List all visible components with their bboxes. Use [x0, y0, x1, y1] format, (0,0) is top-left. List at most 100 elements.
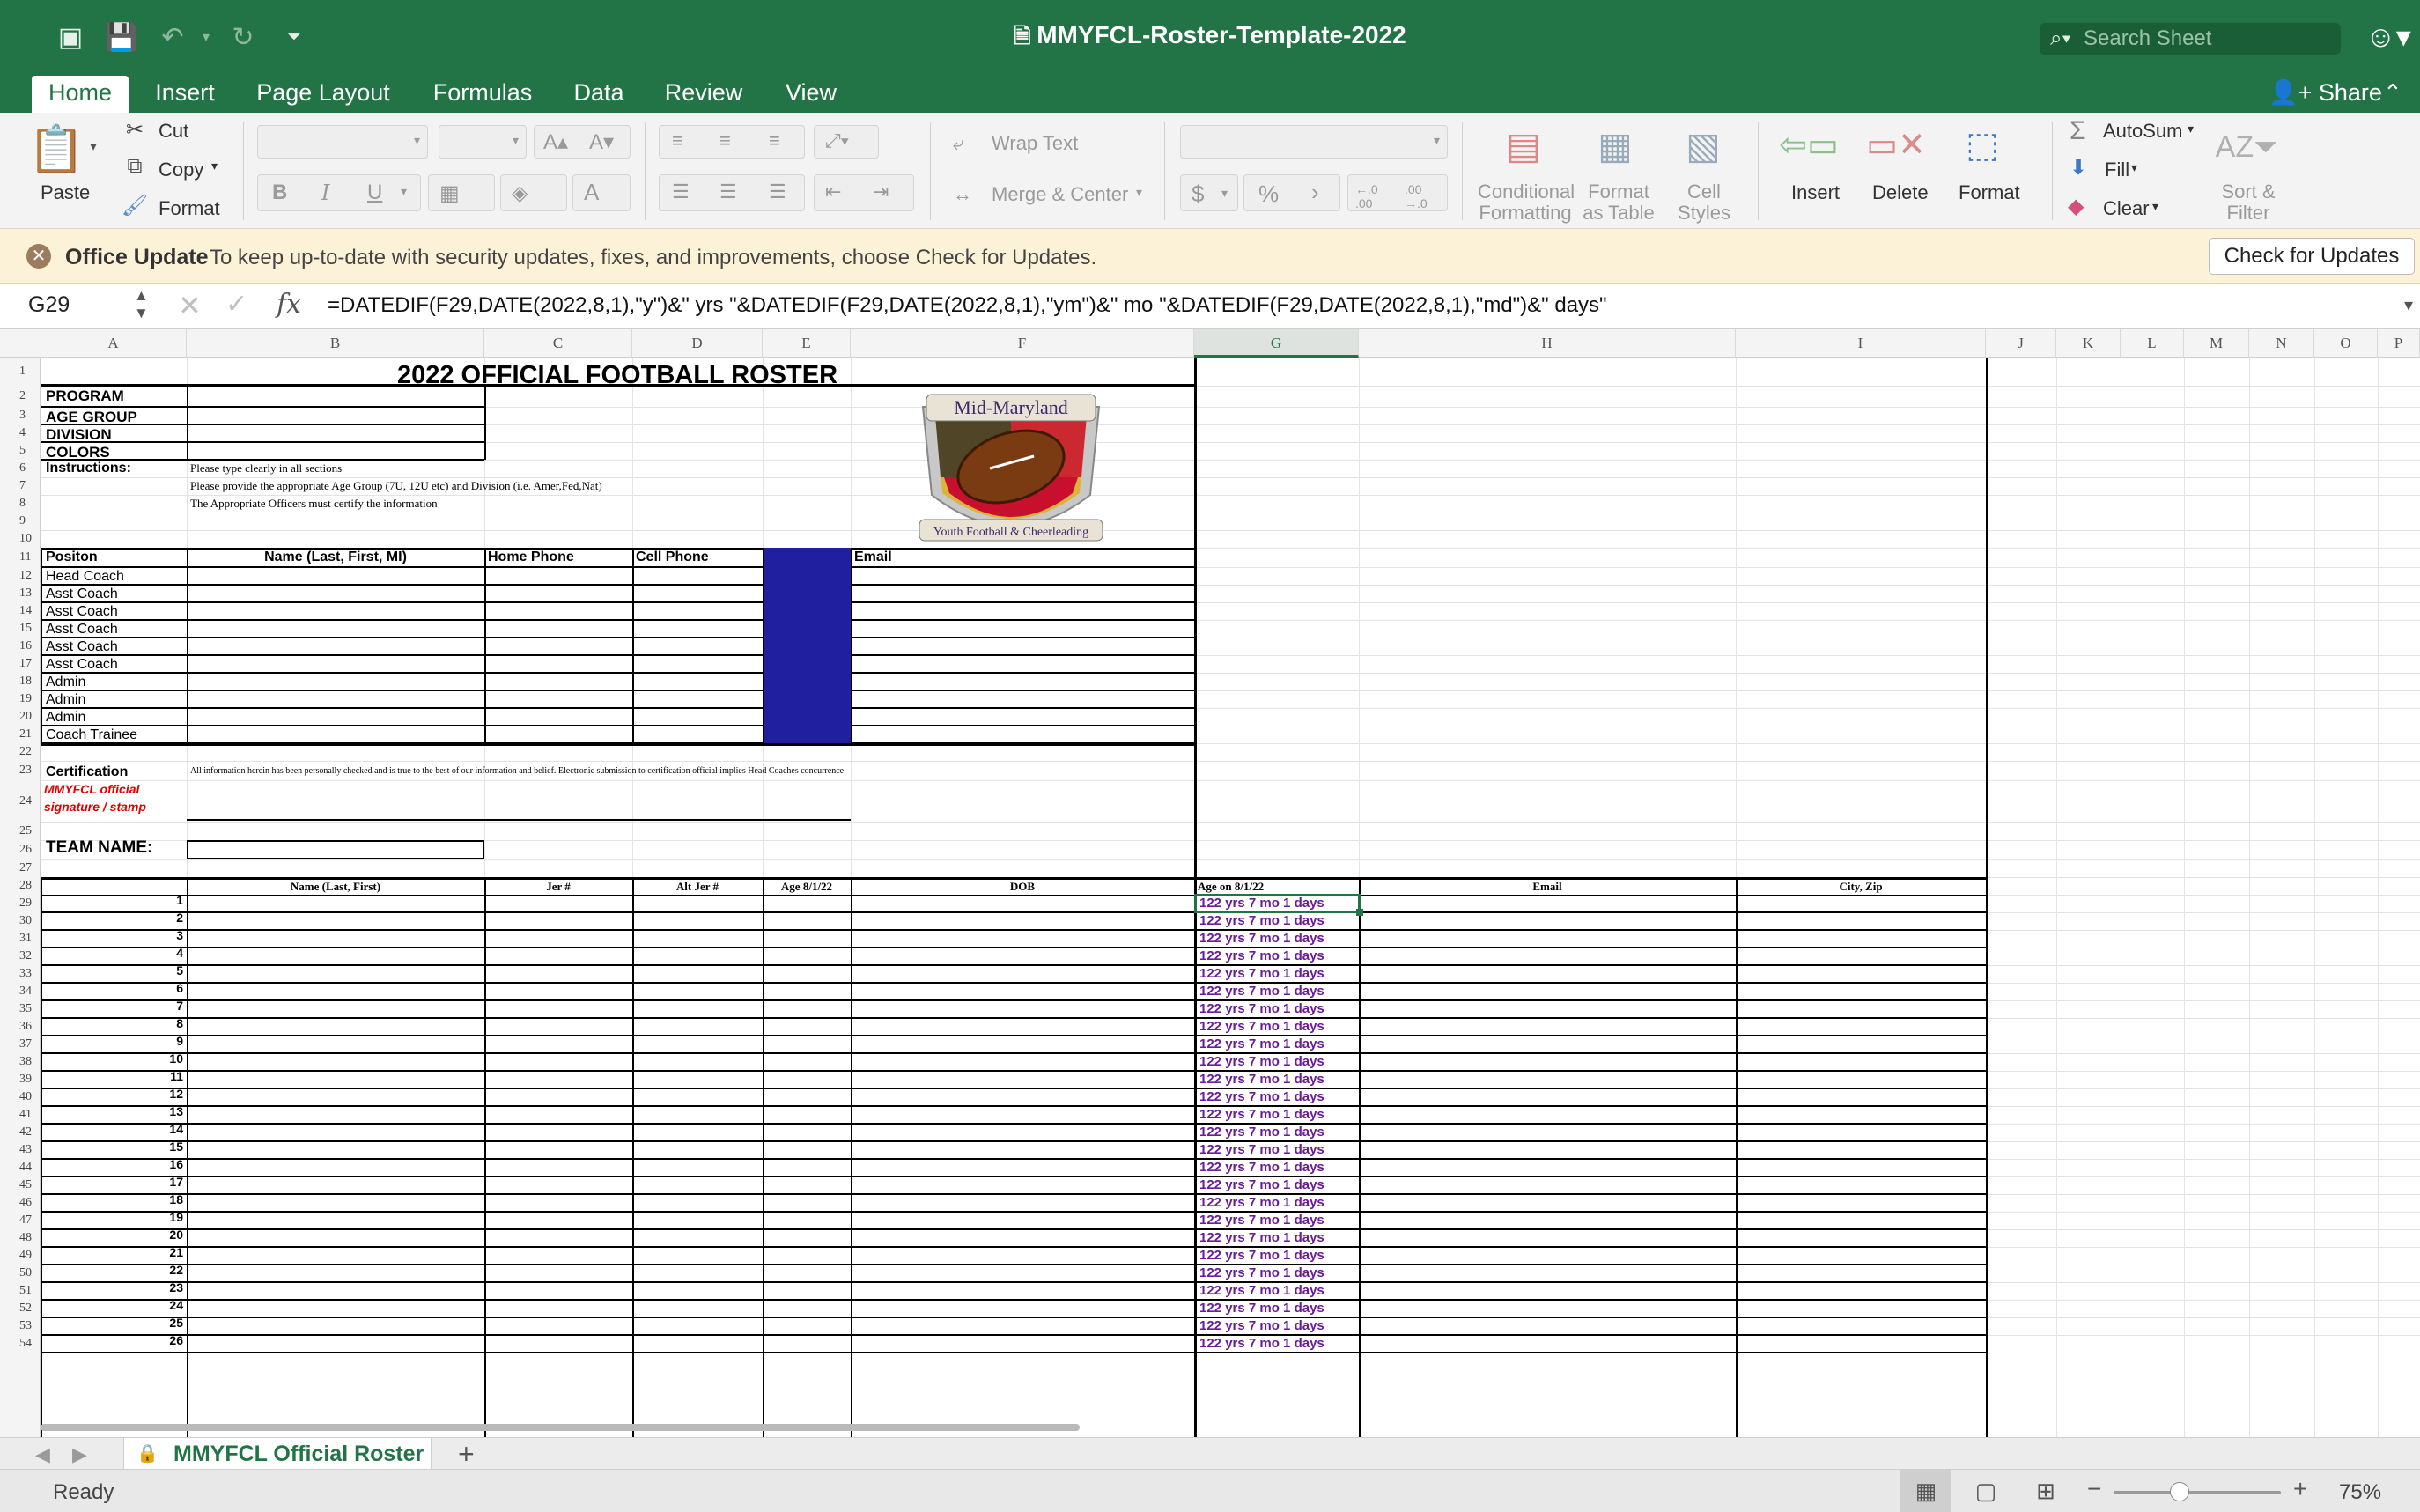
row-header-30[interactable]: 30 — [0, 912, 41, 930]
conditional-formatting-icon[interactable]: ▤ — [1497, 122, 1550, 169]
column-header-l[interactable]: L — [2121, 329, 2184, 358]
row-header-54[interactable]: 54 — [0, 1335, 41, 1353]
age-on-date-value[interactable]: 122 yrs 7 mo 1 days — [1199, 1213, 1324, 1228]
row-header-36[interactable]: 36 — [0, 1018, 41, 1036]
column-header-m[interactable]: M — [2184, 329, 2249, 358]
chevron-down-icon[interactable]: ▾ — [1136, 185, 1142, 200]
row-header-10[interactable]: 10 — [0, 530, 41, 548]
comma-icon[interactable]: › — [1311, 179, 1319, 206]
fill-button[interactable]: Fill — [2105, 159, 2129, 181]
conditional-formatting-button[interactable]: Conditional Formatting — [1478, 181, 1575, 224]
bold-icon[interactable]: B — [272, 181, 287, 205]
row-header-2[interactable]: 2 — [0, 386, 41, 407]
align-center-icon[interactable]: ☰ — [719, 181, 737, 203]
format-as-table-icon[interactable]: ▦ — [1589, 122, 1642, 169]
row-header-21[interactable]: 21 — [0, 726, 41, 743]
age-on-date-value[interactable]: 122 yrs 7 mo 1 days — [1199, 1036, 1324, 1051]
cancel-formula-icon[interactable]: ✕ — [178, 289, 202, 322]
row-header-46[interactable]: 46 — [0, 1194, 41, 1212]
row-header-45[interactable]: 45 — [0, 1176, 41, 1194]
age-on-date-value[interactable]: 122 yrs 7 mo 1 days — [1199, 1142, 1324, 1157]
fill-color-button[interactable]: ◈ — [500, 174, 567, 211]
name-box[interactable]: G29 — [28, 292, 70, 318]
row-header-44[interactable]: 44 — [0, 1159, 41, 1176]
program-input[interactable] — [188, 386, 483, 405]
borders-button[interactable]: ▦ — [428, 174, 495, 211]
align-middle-icon[interactable]: ≡ — [719, 129, 731, 152]
row-header-50[interactable]: 50 — [0, 1265, 41, 1282]
row-header-48[interactable]: 48 — [0, 1229, 41, 1247]
age-on-date-value[interactable]: 122 yrs 7 mo 1 days — [1199, 1019, 1324, 1034]
row-header-31[interactable]: 31 — [0, 930, 41, 948]
copy-button[interactable]: Copy — [159, 159, 203, 181]
autosum-button[interactable]: AutoSum — [2103, 120, 2183, 143]
close-icon[interactable]: ✕ — [26, 244, 51, 269]
delete-button[interactable]: Delete — [1872, 181, 1929, 204]
row-header-34[interactable]: 34 — [0, 983, 41, 1000]
paste-icon[interactable]: 📋 — [28, 120, 85, 178]
column-header-d[interactable]: D — [632, 329, 763, 358]
row-header-23[interactable]: 23 — [0, 761, 41, 780]
tab-data[interactable]: Data — [564, 76, 634, 113]
format-as-table-button[interactable]: Format as Table — [1582, 181, 1656, 224]
row-header-24[interactable]: 24 — [0, 780, 41, 822]
font-name-select[interactable]: ▾ — [257, 125, 428, 159]
row-header-7[interactable]: 7 — [0, 477, 41, 495]
format-painter-icon[interactable]: 🖌 — [122, 192, 148, 218]
expand-formula-bar-icon[interactable]: ▾ — [2404, 294, 2413, 316]
row-header-17[interactable]: 17 — [0, 655, 41, 673]
row-header-22[interactable]: 22 — [0, 743, 41, 761]
format-button[interactable]: Format — [1959, 181, 2020, 204]
division-input[interactable] — [188, 424, 483, 440]
row-header-3[interactable]: 3 — [0, 407, 41, 424]
age-on-date-value[interactable]: 122 yrs 7 mo 1 days — [1199, 1160, 1324, 1175]
age-on-date-value[interactable]: 122 yrs 7 mo 1 days — [1199, 1089, 1324, 1104]
column-header-c[interactable]: C — [484, 329, 632, 358]
row-header-37[interactable]: 37 — [0, 1036, 41, 1053]
name-box-stepper-icon[interactable]: ▲ ▼ — [134, 287, 149, 322]
next-sheet-icon[interactable]: ▶ — [72, 1443, 87, 1466]
tab-view[interactable]: View — [771, 76, 851, 113]
row-header-19[interactable]: 19 — [0, 690, 41, 708]
row-header-9[interactable]: 9 — [0, 513, 41, 530]
font-size-select[interactable]: ▾ — [439, 125, 527, 159]
delete-cells-icon[interactable]: ▭✕ — [1866, 125, 1926, 164]
column-header-e[interactable]: E — [763, 329, 851, 358]
age-on-date-value[interactable]: 122 yrs 7 mo 1 days — [1199, 1107, 1324, 1122]
row-header-8[interactable]: 8 — [0, 495, 41, 513]
collapse-ribbon-icon[interactable]: ⌃ — [2383, 76, 2402, 113]
age-on-date-value[interactable]: 122 yrs 7 mo 1 days — [1199, 931, 1324, 946]
zoom-in-icon[interactable]: + — [2293, 1475, 2307, 1503]
row-header-40[interactable]: 40 — [0, 1088, 41, 1106]
age-on-date-value[interactable]: 122 yrs 7 mo 1 days — [1199, 1301, 1324, 1316]
row-header-27[interactable]: 27 — [0, 859, 41, 877]
row-header-47[interactable]: 47 — [0, 1212, 41, 1229]
cell-styles-button[interactable]: Cell Styles — [1675, 181, 1733, 224]
copy-dropdown-icon[interactable]: ▾ — [211, 159, 218, 173]
italic-icon[interactable]: I — [321, 181, 329, 205]
formula-input[interactable]: =DATEDIF(F29,DATE(2022,8,1),"y")&" yrs "… — [328, 293, 1607, 318]
orientation-button[interactable]: ⤢▾ — [814, 125, 879, 159]
column-header-f[interactable]: F — [851, 329, 1194, 358]
increase-indent-icon[interactable]: ⇥ — [873, 181, 889, 203]
align-top-icon[interactable]: ≡ — [672, 129, 683, 152]
align-right-icon[interactable]: ☰ — [769, 181, 786, 203]
age-on-date-value[interactable]: 122 yrs 7 mo 1 days — [1199, 1054, 1324, 1069]
age-on-date-value[interactable]: 122 yrs 7 mo 1 days — [1199, 1336, 1324, 1351]
decrease-decimal-icon[interactable]: .00 →.0 — [1405, 182, 1428, 210]
add-sheet-icon[interactable]: + — [458, 1438, 475, 1471]
search-input[interactable]: ⌕▾ Search Sheet — [2040, 23, 2341, 55]
tab-page-layout[interactable]: Page Layout — [248, 76, 398, 113]
align-bottom-icon[interactable]: ≡ — [769, 129, 780, 152]
row-header-20[interactable]: 20 — [0, 708, 41, 726]
normal-view-icon[interactable]: ▦ — [1900, 1470, 1951, 1512]
font-color-button[interactable]: A — [572, 174, 631, 211]
age-on-date-value[interactable]: 122 yrs 7 mo 1 days — [1199, 1177, 1324, 1192]
column-header-p[interactable]: P — [2378, 329, 2420, 358]
selected-cell-g29[interactable] — [1194, 894, 1361, 913]
clear-button[interactable]: Clear — [2103, 197, 2150, 220]
age-on-date-value[interactable]: 122 yrs 7 mo 1 days — [1199, 1248, 1324, 1263]
row-header-14[interactable]: 14 — [0, 602, 41, 620]
row-header-4[interactable]: 4 — [0, 424, 41, 442]
zoom-out-icon[interactable]: − — [2087, 1475, 2101, 1503]
